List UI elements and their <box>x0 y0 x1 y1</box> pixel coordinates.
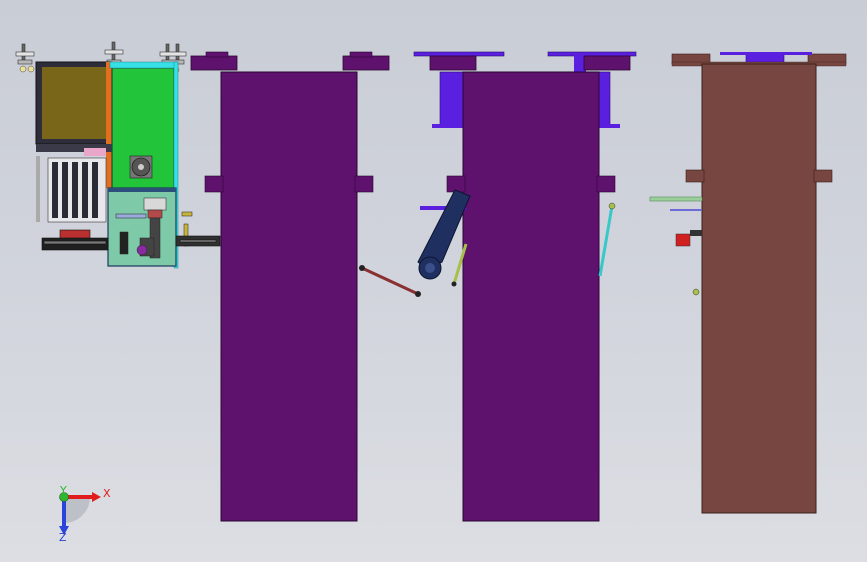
top-flange-right <box>342 55 390 71</box>
fan-icon <box>129 155 153 179</box>
purple-column-middle[interactable] <box>413 51 637 522</box>
top-plate-left <box>413 51 505 57</box>
top-flange-left <box>429 55 477 71</box>
column-body <box>701 63 817 514</box>
brown-column-attachments <box>649 196 703 296</box>
mid-bracket-right <box>596 175 616 193</box>
cyan-frame-top <box>109 61 179 69</box>
mid-bracket-right <box>354 175 374 193</box>
flange-cap-left <box>205 51 229 58</box>
machine-cabinet-assembly[interactable] <box>15 41 221 269</box>
top-bar <box>720 52 812 55</box>
y-axis-label: Y <box>59 484 67 497</box>
top-flange-left <box>190 55 238 71</box>
column-body <box>462 71 600 522</box>
diagonal-rod <box>359 265 421 297</box>
mid-bracket-right <box>813 169 833 183</box>
top-plate-right <box>547 51 637 57</box>
flange-cap-right <box>349 51 373 58</box>
olive-panel[interactable] <box>42 67 108 139</box>
brown-column[interactable] <box>671 52 847 514</box>
mid-bracket-left <box>446 175 466 193</box>
control-panel-border <box>108 188 176 192</box>
purple-column-left[interactable] <box>190 51 390 522</box>
rack-section <box>36 144 112 223</box>
violet-block-left <box>439 71 465 127</box>
z-axis-label: Z <box>59 531 67 544</box>
orange-strip <box>106 62 112 188</box>
top-flange-right <box>583 55 631 71</box>
cad-viewport[interactable]: X Y Z <box>0 0 867 562</box>
axis-triad[interactable]: X Y Z <box>59 484 111 544</box>
mid-bracket-left <box>685 169 705 183</box>
cyan-rod <box>598 202 616 277</box>
cad-drawing: X Y Z <box>15 41 847 544</box>
top-leveling-feet <box>15 41 187 65</box>
robot-arm[interactable] <box>417 189 471 287</box>
x-axis-label: X <box>103 487 111 500</box>
mid-bracket-left <box>204 175 224 193</box>
column-body <box>220 71 358 522</box>
triad-shadow <box>64 497 90 523</box>
x-axis-arrow <box>92 492 101 502</box>
